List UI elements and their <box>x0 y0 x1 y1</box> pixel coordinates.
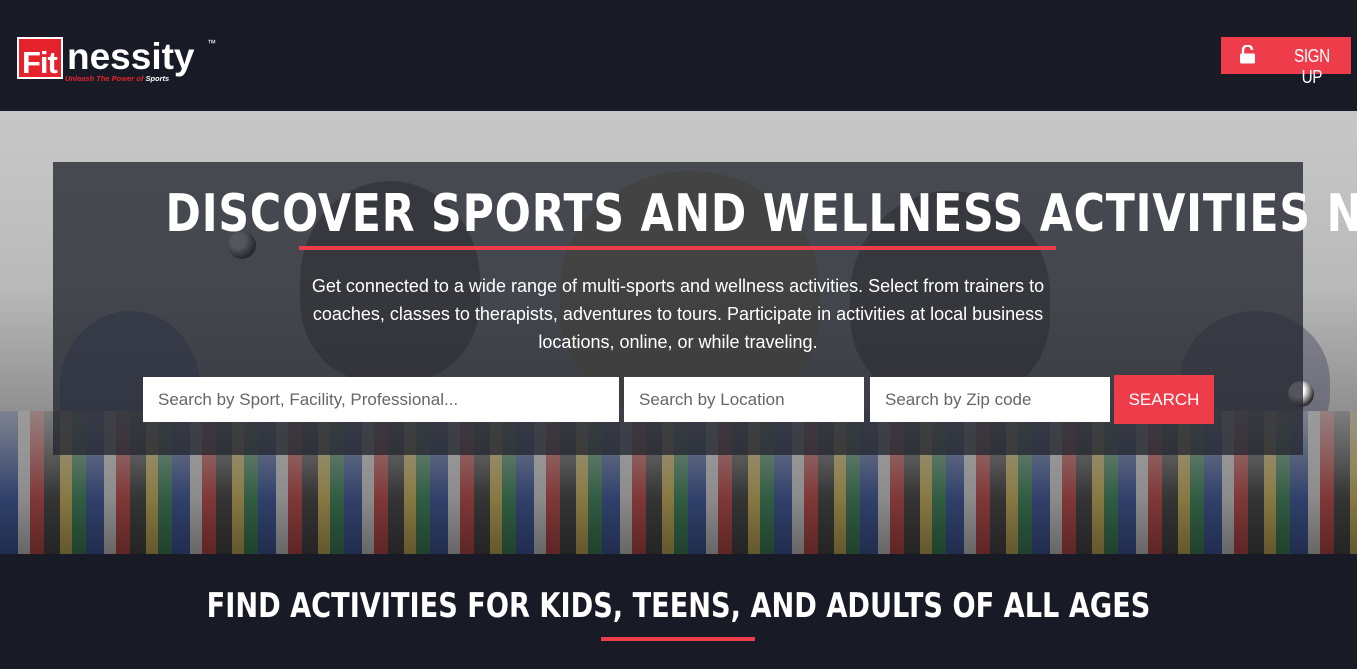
hero-title: DISCOVER SPORTS AND WELLNESS ACTIVITIES … <box>165 184 1357 244</box>
logo-name-text: nessity <box>67 36 195 77</box>
logo-tagline: Unleash The Power of Sports <box>65 74 170 83</box>
hero-panel: DISCOVER SPORTS AND WELLNESS ACTIVITIES … <box>53 162 1357 455</box>
location-search-input[interactable] <box>624 377 864 422</box>
logo-fit-box: Fit <box>17 37 63 80</box>
sign-up-label: SIGN UP <box>1294 46 1330 87</box>
zip-search-input[interactable] <box>870 377 1110 422</box>
sport-search-input[interactable] <box>143 377 619 422</box>
search-button[interactable]: SEARCH <box>1114 375 1214 424</box>
hero-description: Get connected to a wide range of multi-s… <box>311 276 1045 352</box>
activities-section: FIND ACTIVITIES FOR KIDS, TEENS, AND ADU… <box>0 554 1357 669</box>
logo-fit-text: Fit <box>22 45 58 80</box>
site-header: Fit nessity ™ Unleash The Power of Sport… <box>0 0 1357 111</box>
logo-trademark: ™ <box>207 38 216 48</box>
section-title: FIND ACTIVITIES FOR KIDS, TEENS, AND ADU… <box>206 586 1151 626</box>
hero-title-underline <box>299 246 1056 250</box>
sign-up-button[interactable]: SIGN UP <box>1221 37 1351 87</box>
fitnessity-logo[interactable]: Fit nessity ™ Unleash The Power of Sport… <box>17 34 227 84</box>
hero-section: DISCOVER SPORTS AND WELLNESS ACTIVITIES … <box>0 111 1357 554</box>
section-title-underline <box>601 637 755 641</box>
unlock-icon <box>1240 45 1255 64</box>
